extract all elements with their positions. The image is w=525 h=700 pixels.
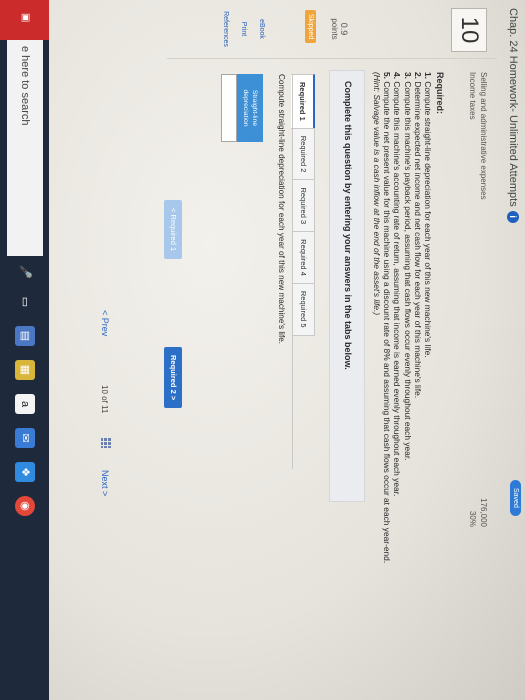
tab-required-5[interactable]: Required 5 bbox=[292, 282, 315, 336]
next-required-button[interactable]: Required 2 > bbox=[164, 347, 182, 409]
instructions-text: Complete this question by entering your … bbox=[343, 81, 353, 370]
expense-amounts: 176,000 30% bbox=[467, 467, 489, 527]
amazon-icon[interactable]: a bbox=[15, 394, 35, 414]
question-counter: 10 of 11 bbox=[100, 385, 109, 414]
expense-label: Selling and administrative expenses bbox=[479, 72, 488, 200]
task-view-icon[interactable]: ▭ bbox=[15, 292, 35, 312]
skipped-badge: Skipped bbox=[305, 10, 316, 44]
mail-icon[interactable]: ✉ bbox=[15, 428, 35, 448]
explorer-icon[interactable]: ▤ bbox=[15, 326, 35, 346]
question-rail: 10 0.9 points Skipped eBook Print Refere… bbox=[167, 0, 497, 59]
tab-required-3[interactable]: Required 3 bbox=[292, 179, 315, 233]
store-icon[interactable]: ▦ bbox=[15, 360, 35, 380]
required-item: 3. Compute this machine's payback period… bbox=[402, 72, 413, 461]
chrome-icon[interactable]: ◉ bbox=[15, 496, 35, 516]
mic-icon[interactable]: 🎤 bbox=[15, 262, 35, 282]
straight-line-header: Straight-line depreciation bbox=[237, 74, 263, 142]
print-link[interactable]: Print bbox=[240, 6, 247, 52]
homework-title: Chap. 24 Homework- Unlimited Attemptsi bbox=[507, 8, 519, 223]
info-icon[interactable]: i bbox=[507, 210, 519, 223]
tab-instruction: Compute straight-line depreciation for e… bbox=[277, 74, 286, 345]
ebook-link[interactable]: eBook bbox=[258, 6, 265, 52]
windows-icon: ▣ bbox=[20, 13, 31, 23]
next-question-link[interactable]: Next > bbox=[100, 470, 110, 496]
depreciation-input[interactable] bbox=[221, 74, 237, 142]
prev-question-link[interactable]: < Prev bbox=[100, 310, 110, 336]
instructions-banner: Complete this question by entering your … bbox=[329, 70, 365, 502]
photo-stage: Chap. 24 Homework- Unlimited Attemptsi S… bbox=[0, 0, 525, 700]
required-tabs: Required 1 Required 2 Required 3 Require… bbox=[291, 74, 315, 336]
question-grid-icon[interactable] bbox=[101, 438, 111, 448]
hint-text: (Hint: Salvage value is a cash inflow at… bbox=[371, 72, 382, 316]
expense-amount: 176,000 bbox=[479, 498, 488, 527]
references-link[interactable]: References bbox=[222, 6, 229, 52]
tab-required-2[interactable]: Required 2 bbox=[292, 127, 315, 181]
points-display: 0.9 points bbox=[330, 6, 349, 52]
taskbar-search[interactable]: e here to search bbox=[7, 40, 43, 256]
browser-screen: Chap. 24 Homework- Unlimited Attemptsi S… bbox=[0, 0, 525, 700]
points-label: points bbox=[330, 18, 339, 40]
question-number: 10 bbox=[451, 8, 487, 52]
required-heading: Required: bbox=[435, 72, 445, 115]
required-item: 5. Compute the net present value for thi… bbox=[382, 72, 393, 564]
expense-amount: 30% bbox=[468, 510, 477, 527]
saved-badge: Saved bbox=[510, 480, 521, 516]
expense-label: Income taxes bbox=[468, 72, 477, 120]
points-value: 0.9 bbox=[339, 22, 349, 36]
tab-required-1[interactable]: Required 1 bbox=[291, 74, 315, 129]
expense-table: Selling and administrative expenses Inco… bbox=[467, 72, 489, 527]
prev-required-button[interactable]: < Required 1 bbox=[164, 200, 182, 260]
required-item: 4. Compute this machine's accounting rat… bbox=[392, 72, 403, 497]
resource-links: eBook Print References bbox=[211, 6, 265, 52]
required-item: 1. Compute straight-line depreciation fo… bbox=[423, 72, 433, 358]
dropbox-icon[interactable]: ❖ bbox=[15, 462, 35, 482]
windows-taskbar: ▣ e here to search 🎤 ▭ ▤ ▦ a ✉ ❖ ◉ bbox=[0, 0, 49, 700]
tab-divider bbox=[292, 74, 293, 469]
start-button[interactable]: ▣ bbox=[0, 0, 49, 40]
tab-required-4[interactable]: Required 4 bbox=[292, 231, 315, 284]
required-list: 1. Compute straight-line depreciation fo… bbox=[372, 72, 433, 682]
required-item: 2. Determine expected net income and net… bbox=[412, 72, 423, 399]
